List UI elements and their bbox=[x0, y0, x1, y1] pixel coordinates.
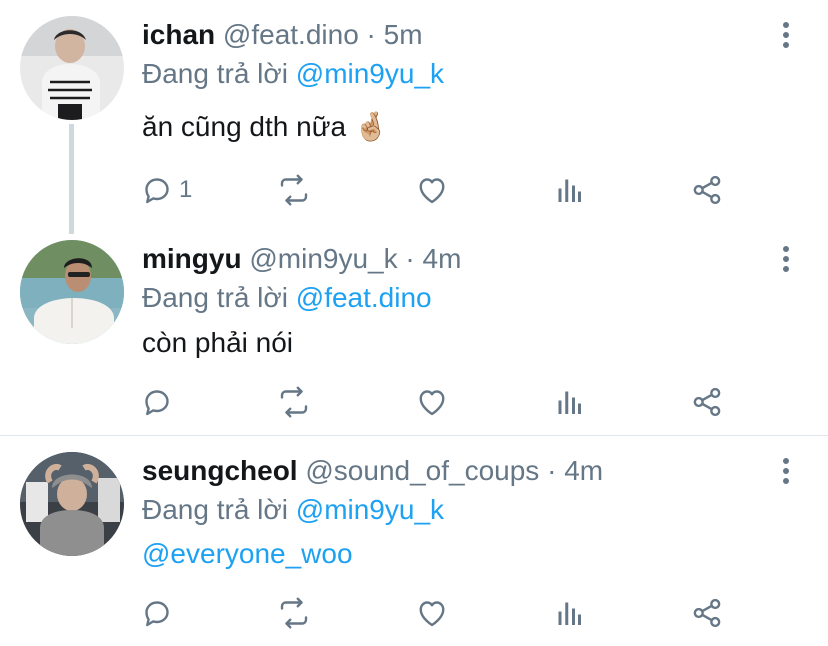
avatar[interactable] bbox=[20, 452, 124, 556]
tweet-actions bbox=[0, 593, 828, 633]
analytics-button[interactable] bbox=[551, 382, 587, 422]
separator: · bbox=[405, 243, 415, 274]
retweet-button[interactable] bbox=[276, 382, 312, 422]
reply-icon bbox=[139, 384, 175, 420]
like-button[interactable] bbox=[414, 170, 450, 210]
user-handle[interactable]: @sound_of_coups bbox=[305, 455, 539, 486]
tweet-text-mention-link[interactable]: @everyone_woo bbox=[142, 537, 353, 571]
reply-mention-link[interactable]: @min9yu_k bbox=[296, 494, 444, 525]
user-handle[interactable]: @feat.dino bbox=[223, 19, 359, 50]
tweet[interactable]: seungcheol @sound_of_coups · 4m Đang trả… bbox=[0, 436, 828, 646]
user-handle[interactable]: @min9yu_k bbox=[249, 243, 397, 274]
like-icon bbox=[414, 172, 450, 208]
separator: · bbox=[366, 19, 376, 50]
share-icon bbox=[689, 384, 725, 420]
share-button[interactable] bbox=[689, 593, 725, 633]
tweet-actions bbox=[0, 382, 828, 422]
retweet-icon bbox=[276, 595, 312, 631]
replying-to: Đang trả lời @feat.dino bbox=[142, 281, 432, 315]
like-button[interactable] bbox=[414, 382, 450, 422]
reply-icon bbox=[139, 172, 175, 208]
analytics-icon bbox=[551, 384, 587, 420]
retweet-icon bbox=[276, 384, 312, 420]
display-name[interactable]: seungcheol bbox=[142, 455, 298, 486]
display-name[interactable]: ichan bbox=[142, 19, 215, 50]
like-icon bbox=[414, 384, 450, 420]
timestamp[interactable]: 4m bbox=[564, 455, 603, 486]
tweet-header: ichan @feat.dino · 5m bbox=[142, 18, 423, 52]
reply-mention-link[interactable]: @feat.dino bbox=[296, 282, 432, 313]
more-options-icon[interactable] bbox=[774, 454, 798, 488]
tweet-text: còn phải nói bbox=[142, 327, 294, 358]
reply-button[interactable] bbox=[139, 593, 179, 633]
share-icon bbox=[689, 172, 725, 208]
timestamp[interactable]: 4m bbox=[423, 243, 462, 274]
like-icon bbox=[414, 595, 450, 631]
reply-button[interactable]: 1 bbox=[139, 170, 192, 210]
more-options-icon[interactable] bbox=[774, 242, 798, 276]
analytics-icon bbox=[551, 172, 587, 208]
replying-to-label: Đang trả lời bbox=[142, 494, 288, 525]
reply-icon bbox=[139, 595, 175, 631]
tweet-header: seungcheol @sound_of_coups · 4m bbox=[142, 454, 603, 488]
tweet-text: ăn cũng dth nữa 🤞🏼 bbox=[142, 111, 389, 142]
timestamp[interactable]: 5m bbox=[384, 19, 423, 50]
separator: · bbox=[547, 455, 557, 486]
like-button[interactable] bbox=[414, 593, 450, 633]
analytics-button[interactable] bbox=[551, 170, 587, 210]
reply-count: 1 bbox=[179, 176, 193, 203]
share-button[interactable] bbox=[689, 382, 725, 422]
retweet-button[interactable] bbox=[276, 593, 312, 633]
replying-to: Đang trả lời @min9yu_k bbox=[142, 57, 444, 91]
replying-to: Đang trả lời @min9yu_k bbox=[142, 493, 444, 527]
replying-to-label: Đang trả lời bbox=[142, 58, 288, 89]
analytics-icon bbox=[551, 595, 587, 631]
tweet[interactable]: mingyu @min9yu_k · 4m Đang trả lời @feat… bbox=[0, 224, 828, 436]
avatar[interactable] bbox=[20, 240, 124, 344]
more-options-icon[interactable] bbox=[774, 18, 798, 52]
tweet-header: mingyu @min9yu_k · 4m bbox=[142, 242, 461, 276]
retweet-icon bbox=[276, 172, 312, 208]
reply-mention-link[interactable]: @min9yu_k bbox=[296, 58, 444, 89]
avatar[interactable] bbox=[20, 16, 124, 120]
reply-button[interactable] bbox=[139, 382, 179, 422]
replying-to-label: Đang trả lời bbox=[142, 282, 288, 313]
analytics-button[interactable] bbox=[551, 593, 587, 633]
tweet-actions: 1 bbox=[0, 170, 828, 210]
share-button[interactable] bbox=[689, 170, 725, 210]
tweet[interactable]: ichan @feat.dino · 5m Đang trả lời @min9… bbox=[0, 0, 828, 225]
display-name[interactable]: mingyu bbox=[142, 243, 242, 274]
share-icon bbox=[689, 595, 725, 631]
retweet-button[interactable] bbox=[276, 170, 312, 210]
